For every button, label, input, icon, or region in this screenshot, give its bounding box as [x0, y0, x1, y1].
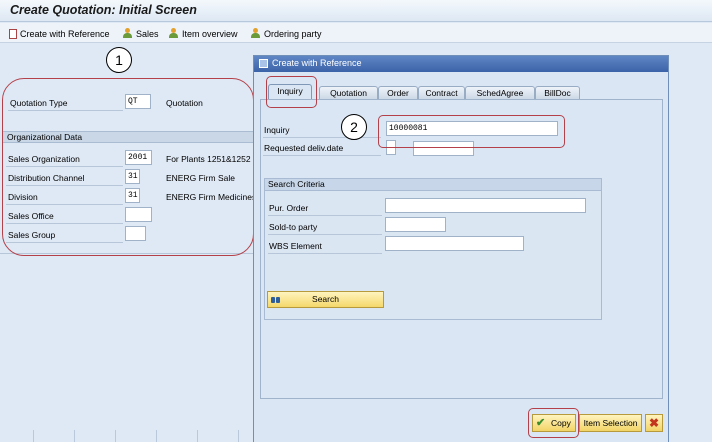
dialog-window-icon: [259, 59, 268, 68]
requested-delivery-date-label: Requested deliv.date: [264, 143, 344, 153]
bottom-grid-strip: [0, 430, 712, 442]
field-underline: [268, 234, 382, 235]
person-icon: [250, 28, 261, 39]
search-button-label: Search: [312, 294, 339, 304]
tab-order[interactable]: Order: [378, 86, 418, 99]
item-overview-label: Item overview: [182, 28, 238, 39]
document-icon: [9, 28, 17, 39]
annotation-highlight-inquiry: [378, 115, 565, 148]
grid-tick: [33, 430, 34, 442]
person-icon: [168, 28, 179, 39]
dialog-title-bar: Create with Reference: [254, 56, 668, 72]
person-icon: [122, 28, 133, 39]
field-underline: [263, 155, 381, 156]
grid-tick: [156, 430, 157, 442]
title-bar: Create Quotation: Initial Screen: [0, 0, 712, 22]
tab-billdoc[interactable]: BillDoc: [535, 86, 580, 99]
binoculars-icon: [271, 295, 280, 304]
close-icon: ✖: [648, 416, 660, 430]
grid-tick: [197, 430, 198, 442]
ordering-party-button[interactable]: Ordering party: [250, 27, 322, 40]
grid-tick: [74, 430, 75, 442]
sold-to-party-label: Sold-to party: [269, 222, 318, 232]
wbs-element-input[interactable]: [385, 236, 524, 251]
annotation-highlight-tab: [266, 76, 317, 108]
ordering-party-label: Ordering party: [264, 28, 322, 39]
create-with-reference-button[interactable]: Create with Reference: [9, 27, 110, 40]
field-underline: [263, 137, 381, 138]
item-overview-button[interactable]: Item overview: [168, 27, 238, 40]
application-toolbar: Create with Reference Sales Item overvie…: [0, 23, 712, 43]
sold-to-party-input[interactable]: [385, 217, 446, 232]
grid-tick: [238, 430, 239, 442]
tab-quotation[interactable]: Quotation: [319, 86, 378, 99]
pur-order-input[interactable]: [385, 198, 586, 213]
dialog-title: Create with Reference: [272, 58, 362, 68]
annotation-number-2: 2: [341, 114, 367, 140]
inquiry-label: Inquiry: [264, 125, 290, 135]
sales-button[interactable]: Sales: [122, 27, 159, 40]
search-criteria-box: Search Criteria Pur. Order Sold-to party…: [264, 178, 602, 320]
create-with-reference-label: Create with Reference: [20, 28, 110, 39]
field-underline: [268, 215, 382, 216]
search-criteria-header: Search Criteria: [265, 179, 601, 191]
create-with-reference-dialog: Create with Reference Inquiry Quotation …: [253, 55, 669, 442]
sales-label: Sales: [136, 28, 159, 39]
tab-schedagree[interactable]: SchedAgree: [465, 86, 535, 99]
wbs-element-label: WBS Element: [269, 241, 322, 251]
tab-contract[interactable]: Contract: [418, 86, 465, 99]
search-button[interactable]: Search: [267, 291, 384, 308]
annotation-number-1: 1: [106, 47, 132, 73]
field-underline: [268, 253, 382, 254]
window-title: Create Quotation: Initial Screen: [10, 3, 197, 17]
annotation-highlight-1: [2, 78, 254, 256]
grid-tick: [115, 430, 116, 442]
pur-order-label: Pur. Order: [269, 203, 309, 213]
